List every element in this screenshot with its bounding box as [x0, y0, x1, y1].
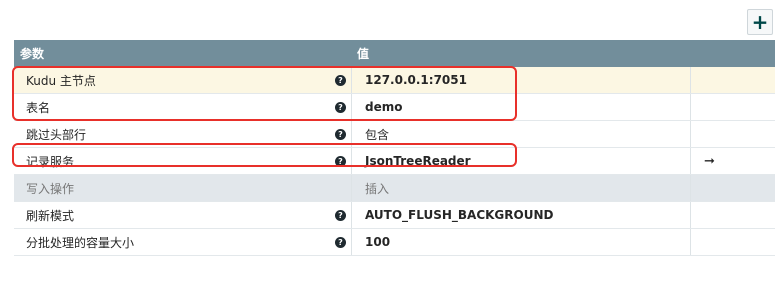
go-to-service-arrow-icon[interactable]: ➞: [704, 154, 715, 169]
property-name-cell: 跳过头部行 ?: [14, 121, 352, 147]
table-row[interactable]: 跳过头部行 ? 包含: [14, 121, 775, 148]
property-value-cell[interactable]: JsonTreeReader: [352, 148, 691, 174]
help-icon[interactable]: ?: [335, 237, 346, 248]
property-name-cell: 分批处理的容量大小 ?: [14, 229, 352, 255]
property-value: 127.0.0.1:7051: [365, 73, 467, 87]
property-action-cell: [691, 202, 775, 228]
add-property-button[interactable]: +: [747, 9, 773, 35]
property-value: JsonTreeReader: [365, 154, 471, 168]
table-header: 参数 值: [14, 40, 775, 67]
table-row: 写入操作 插入: [14, 175, 775, 202]
column-header-name: 参数: [20, 47, 45, 61]
property-name-cell: 表名 ?: [14, 94, 352, 120]
help-icon[interactable]: ?: [335, 129, 346, 140]
property-name-cell: Kudu 主节点 ?: [14, 67, 352, 93]
properties-table: 参数 值 Kudu 主节点 ? 127.0.0.1:7051 表名 ? demo…: [14, 40, 775, 256]
property-name: 记录服务: [26, 154, 75, 169]
property-action-cell: [691, 94, 775, 120]
property-action-cell: [691, 229, 775, 255]
property-action-cell: [691, 175, 775, 201]
property-value-cell[interactable]: 100: [352, 229, 691, 255]
property-action-cell: [691, 67, 775, 93]
property-value-cell[interactable]: demo: [352, 94, 691, 120]
help-icon[interactable]: ?: [335, 210, 346, 221]
table-row[interactable]: 刷新模式 ? AUTO_FLUSH_BACKGROUND: [14, 202, 775, 229]
property-action-cell: [691, 121, 775, 147]
property-value: 包含: [365, 127, 390, 142]
property-name: 表名: [26, 100, 51, 115]
property-value-cell[interactable]: AUTO_FLUSH_BACKGROUND: [352, 202, 691, 228]
property-name-cell: 记录服务 ?: [14, 148, 352, 174]
property-name: 跳过头部行: [26, 127, 87, 142]
property-name: 刷新模式: [26, 208, 75, 223]
property-name: 写入操作: [26, 181, 75, 196]
column-header-value: 值: [357, 47, 370, 61]
table-row[interactable]: 表名 ? demo: [14, 94, 775, 121]
property-value: 插入: [365, 181, 390, 196]
property-value-cell: 插入: [352, 175, 691, 201]
property-value: demo: [365, 100, 403, 114]
table-row[interactable]: 记录服务 ? JsonTreeReader ➞: [14, 148, 775, 175]
help-icon[interactable]: ?: [335, 156, 346, 167]
plus-icon: +: [751, 10, 769, 34]
property-value-cell[interactable]: 包含: [352, 121, 691, 147]
property-action-cell: ➞: [691, 148, 775, 174]
property-name: 分批处理的容量大小: [26, 235, 135, 250]
table-row[interactable]: Kudu 主节点 ? 127.0.0.1:7051: [14, 67, 775, 94]
property-value: AUTO_FLUSH_BACKGROUND: [365, 208, 554, 222]
property-name-cell: 写入操作: [14, 175, 352, 201]
help-icon[interactable]: ?: [335, 75, 346, 86]
help-icon[interactable]: ?: [335, 102, 346, 113]
property-name: Kudu 主节点: [26, 73, 96, 88]
property-value-cell[interactable]: 127.0.0.1:7051: [352, 67, 691, 93]
property-value: 100: [365, 235, 391, 249]
table-row[interactable]: 分批处理的容量大小 ? 100: [14, 229, 775, 256]
property-name-cell: 刷新模式 ?: [14, 202, 352, 228]
